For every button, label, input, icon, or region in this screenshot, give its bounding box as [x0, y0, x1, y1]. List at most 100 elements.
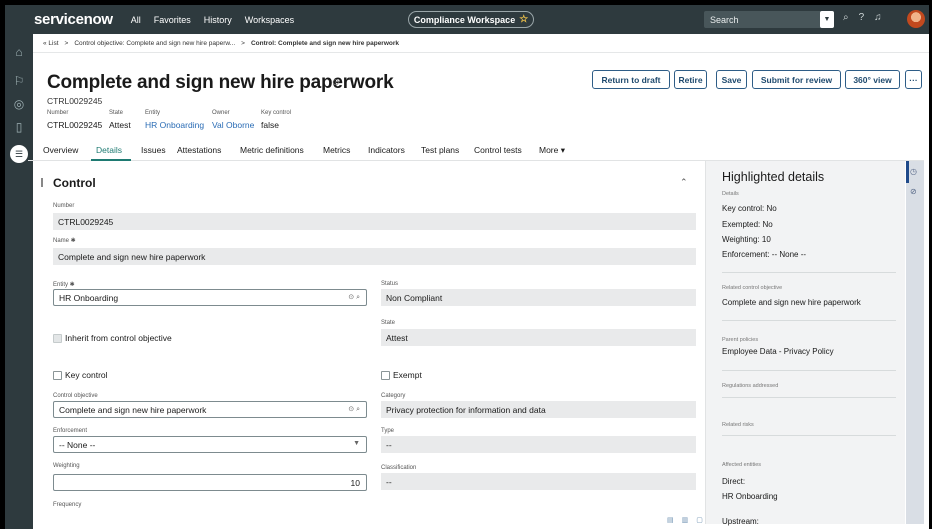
entity-field[interactable]: HR Onboarding ⊙ ⌕	[53, 289, 367, 306]
star-icon[interactable]: ☆	[519, 14, 528, 25]
page-title: Complete and sign new hire paperwork	[47, 72, 394, 93]
search-scope-dropdown-icon[interactable]: ▼	[820, 11, 834, 28]
tab-metrics[interactable]: Metrics	[323, 145, 350, 155]
meta-owner-link[interactable]: Val Oborne	[212, 120, 254, 130]
related-objective-value: Complete and sign new hire paperwork	[722, 298, 861, 307]
save-button[interactable]: Save	[716, 70, 747, 89]
entity-label: Entity ✱	[53, 282, 75, 288]
attachment-icon[interactable]: ⊘	[910, 187, 917, 196]
category-label: Category	[381, 393, 406, 399]
breadcrumb-current: Control: Complete and sign new hire pape…	[250, 39, 400, 47]
enforcement-value: -- None --	[59, 439, 96, 450]
status-value: Non Compliant	[386, 292, 443, 303]
frequency-label: Frequency	[53, 502, 82, 508]
grid-view-icon[interactable]: ▤	[667, 516, 674, 524]
divider	[722, 370, 896, 371]
link-icon[interactable]: ⊙	[332, 77, 340, 88]
enforcement-label: Enforcement	[53, 428, 88, 434]
inherit-label: Inherit from control objective	[65, 333, 172, 343]
status-field: Non Compliant	[381, 289, 696, 306]
retire-button[interactable]: Retire	[674, 70, 707, 89]
number-field: CTRL0029245	[53, 213, 696, 230]
inherit-checkbox[interactable]	[53, 334, 62, 343]
single-view-icon[interactable]: ▢	[696, 516, 703, 524]
key-control-label: Key control	[65, 370, 108, 380]
more-actions-button[interactable]: ···	[905, 70, 922, 89]
check-circle-icon[interactable]: ◎	[10, 95, 28, 113]
chat-icon[interactable]: ⌕	[843, 12, 849, 23]
servicenow-logo[interactable]: servicenow	[34, 11, 113, 28]
chevron-up-icon[interactable]: ⌃	[680, 177, 688, 188]
home-icon[interactable]: ⌂	[10, 43, 28, 61]
drag-handle-icon[interactable]	[41, 178, 43, 187]
global-search-input[interactable]: Search	[704, 11, 834, 28]
related-objective-label: Related control objective	[722, 285, 783, 291]
search-placeholder: Search	[710, 14, 739, 25]
tab-attestations[interactable]: Attestations	[177, 145, 221, 155]
breadcrumb-control-objective[interactable]: Control objective: Complete and sign new…	[74, 40, 235, 47]
notifications-icon[interactable]: ♫	[874, 12, 882, 23]
nav-favorites[interactable]: Favorites	[154, 15, 191, 25]
record-number: CTRL0029245	[47, 96, 103, 106]
workspace-label: Compliance Workspace	[413, 14, 516, 25]
divider	[722, 435, 896, 436]
nav-all[interactable]: All	[131, 15, 141, 25]
tab-more[interactable]: More ▾	[539, 145, 565, 156]
control-objective-lookup-icons[interactable]: ⊙ ⌕	[348, 405, 360, 414]
user-avatar[interactable]	[907, 10, 925, 28]
return-to-draft-button[interactable]: Return to draft	[592, 70, 670, 89]
enforcement-select[interactable]: -- None -- ▼	[53, 436, 367, 453]
key-control-checkbox[interactable]	[53, 371, 62, 380]
state-field: Attest	[381, 329, 696, 346]
category-field: Privacy protection for information and d…	[381, 401, 696, 418]
help-icon[interactable]: ?	[859, 12, 865, 23]
entity-lookup-icons[interactable]: ⊙ ⌕	[348, 293, 360, 302]
left-sidebar-rail: ⌂ ⚐ ◎ ▯ ☰	[5, 34, 33, 529]
number-label: Number	[53, 203, 75, 209]
list-icon[interactable]: ☰	[10, 145, 28, 163]
meta-entity-link[interactable]: HR Onboarding	[145, 120, 204, 130]
tab-issues[interactable]: Issues	[141, 145, 166, 155]
meta-entity-label: Entity	[145, 110, 161, 116]
tab-metric-definitions[interactable]: Metric definitions	[240, 145, 304, 155]
tab-details[interactable]: Details	[96, 145, 122, 155]
parent-policies-label: Parent policies	[722, 337, 759, 343]
weighting-input[interactable]: 10	[53, 474, 367, 491]
exempt-checkbox[interactable]	[381, 371, 390, 380]
section-title: Control	[53, 176, 96, 190]
tab-control-tests[interactable]: Control tests	[474, 145, 522, 155]
divider	[722, 272, 896, 273]
megaphone-icon[interactable]: ⚐	[10, 72, 28, 90]
record-tabs: Overview Details Issues Attestations Met…	[28, 139, 924, 161]
breadcrumb-separator: >	[241, 39, 245, 47]
tab-overview[interactable]: Overview	[43, 145, 78, 155]
affected-entities-label: Affected entities	[722, 462, 762, 468]
column-view-icon[interactable]: ▥	[682, 516, 689, 524]
submit-for-review-button[interactable]: Submit for review	[752, 70, 841, 89]
nav-workspaces[interactable]: Workspaces	[245, 15, 294, 25]
chevron-down-icon[interactable]: ▼	[353, 440, 360, 447]
regulations-label: Regulations addressed	[722, 383, 779, 389]
highlighted-details-title: Highlighted details	[722, 170, 825, 184]
info-icon[interactable]: ◷	[910, 167, 917, 176]
tab-indicators[interactable]: Indicators	[368, 145, 405, 155]
top-nav-menu: All Favorites History Workspaces	[131, 15, 294, 25]
type-field: --	[381, 436, 696, 453]
tab-test-plans[interactable]: Test plans	[421, 145, 459, 155]
meta-number-value: CTRL0029245	[47, 120, 103, 130]
status-label: Status	[381, 281, 399, 287]
meta-number-label: Number	[47, 110, 69, 116]
clipboard-icon[interactable]: ▯	[10, 118, 28, 136]
workspace-switcher[interactable]: Compliance Workspace ☆	[408, 11, 534, 28]
name-value: Complete and sign new hire paperwork	[58, 251, 206, 262]
360-view-button[interactable]: 360° view	[845, 70, 900, 89]
classification-label: Classification	[381, 465, 417, 471]
breadcrumb-list-link[interactable]: « List	[43, 40, 59, 47]
weighting-label: Weighting	[53, 463, 80, 469]
details-sublabel: Details	[722, 191, 739, 197]
hd-enforcement: Enforcement: -- None --	[722, 250, 807, 259]
nav-history[interactable]: History	[204, 15, 232, 25]
entity-value: HR Onboarding	[59, 292, 119, 303]
control-objective-field[interactable]: Complete and sign new hire paperwork ⊙ ⌕	[53, 401, 367, 418]
control-objective-value: Complete and sign new hire paperwork	[59, 404, 207, 415]
